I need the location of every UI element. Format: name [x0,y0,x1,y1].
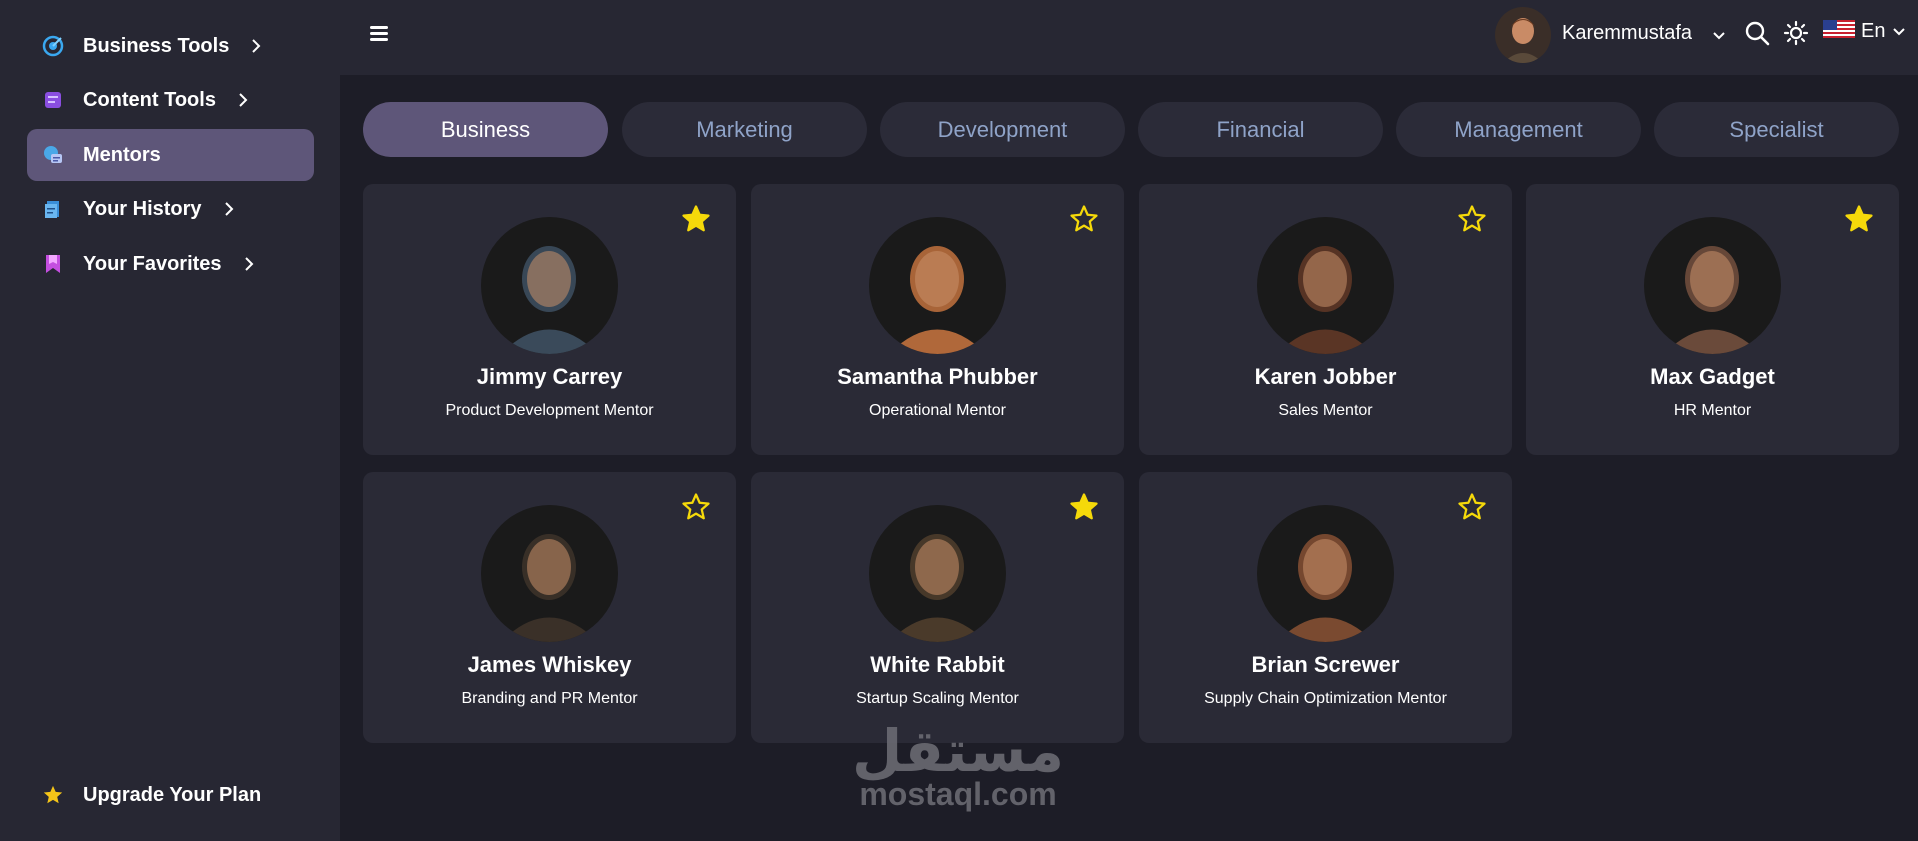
mentor-role: Startup Scaling Mentor [856,690,1019,707]
mentor-role: Sales Mentor [1278,402,1373,419]
favorite-star-icon[interactable] [1457,204,1487,234]
language-label: En [1861,20,1886,42]
watermark: مستقل mostaql.com [848,722,1068,813]
tab-financial[interactable]: Financial [1138,102,1383,157]
theme-toggle-sun-icon[interactable] [1783,20,1809,51]
mentor-name: Jimmy Carrey [476,364,623,389]
star-icon [42,784,64,806]
mentor-name: Max Gadget [1650,364,1775,389]
mentor-card[interactable]: Brian Screwer Supply Chain Optimization M… [1139,472,1512,743]
favorite-star-icon[interactable] [1069,204,1099,234]
top-bar: Karemmustafa En [340,0,1918,75]
upgrade-plan-button[interactable]: Upgrade Your Plan [27,768,314,822]
history-icon [42,198,64,220]
search-icon[interactable] [1744,20,1770,51]
mentor-card[interactable]: Karen Jobber Sales Mentor [1139,184,1512,455]
mentor-photo [1257,505,1394,642]
chevron-down-icon[interactable] [1712,28,1726,46]
sidebar-item-label: Your Favorites [83,252,222,275]
sidebar-item-label: Your History [83,197,202,220]
mentor-role: Branding and PR Mentor [461,690,638,707]
mentor-card[interactable]: Samantha Phubber Operational Mentor [751,184,1124,455]
mentor-card[interactable]: James Whiskey Branding and PR Mentor [363,472,736,743]
us-flag-icon [1823,20,1855,43]
tab-business[interactable]: Business [363,102,608,157]
sidebar-item-mentors[interactable]: Mentors [27,129,314,181]
mentor-photo [869,217,1006,354]
mentor-name: Karen Jobber [1254,364,1397,389]
favorite-star-icon[interactable] [1069,492,1099,522]
avatar[interactable] [1495,7,1551,63]
sidebar: Business Tools Content Tools Mentors You… [0,0,340,841]
mentor-photo [481,217,618,354]
mentor-photo [1644,217,1781,354]
upgrade-plan-label: Upgrade Your Plan [83,783,262,806]
mentor-name: Brian Screwer [1251,652,1400,677]
mentor-role: Supply Chain Optimization Mentor [1204,690,1447,707]
watermark-latin: mostaql.com [859,776,1057,812]
sidebar-item-label: Mentors [83,143,161,166]
bookmark-icon [42,253,64,275]
mentor-photo [869,505,1006,642]
mentor-name: James Whiskey [467,652,632,677]
content-icon [42,89,64,111]
favorite-star-icon[interactable] [681,492,711,522]
menu-icon[interactable] [370,23,394,45]
mentor-role: Product Development Mentor [445,402,654,419]
tab-management[interactable]: Management [1396,102,1641,157]
sidebar-item-your-history[interactable]: Your History [27,183,314,235]
mentor-role: Operational Mentor [869,402,1006,419]
tab-specialist[interactable]: Specialist [1654,102,1899,157]
language-selector[interactable]: En [1823,20,1906,43]
chevron-right-icon [238,92,250,108]
mentor-photo [1257,217,1394,354]
target-icon [42,35,64,57]
chevron-right-icon [224,201,236,217]
mentor-card[interactable]: White Rabbit Startup Scaling Mentor [751,472,1124,743]
mentor-role: HR Mentor [1673,402,1752,419]
username[interactable]: Karemmustafa [1562,22,1692,45]
watermark-arabic: مستقل [851,719,1065,784]
mentor-card[interactable]: Max Gadget HR Mentor [1526,184,1899,455]
mentor-photo [481,505,618,642]
chevron-down-icon [1893,23,1906,41]
favorite-star-icon[interactable] [681,204,711,234]
mentor-name: White Rabbit [870,652,1005,677]
sidebar-item-label: Content Tools [83,88,216,111]
tab-marketing[interactable]: Marketing [622,102,867,157]
favorite-star-icon[interactable] [1457,492,1487,522]
chevron-right-icon [244,256,256,272]
sidebar-item-label: Business Tools [83,34,230,57]
sidebar-item-your-favorites[interactable]: Your Favorites [27,238,314,290]
sidebar-item-business-tools[interactable]: Business Tools [27,20,314,72]
tab-development[interactable]: Development [880,102,1125,157]
mentor-card[interactable]: Jimmy Carrey Product Development Mentor [363,184,736,455]
sidebar-item-content-tools[interactable]: Content Tools [27,74,314,126]
mentor-name: Samantha Phubber [837,364,1038,389]
mentors-icon [42,144,64,166]
favorite-star-icon[interactable] [1844,204,1874,234]
chevron-right-icon [251,38,263,54]
